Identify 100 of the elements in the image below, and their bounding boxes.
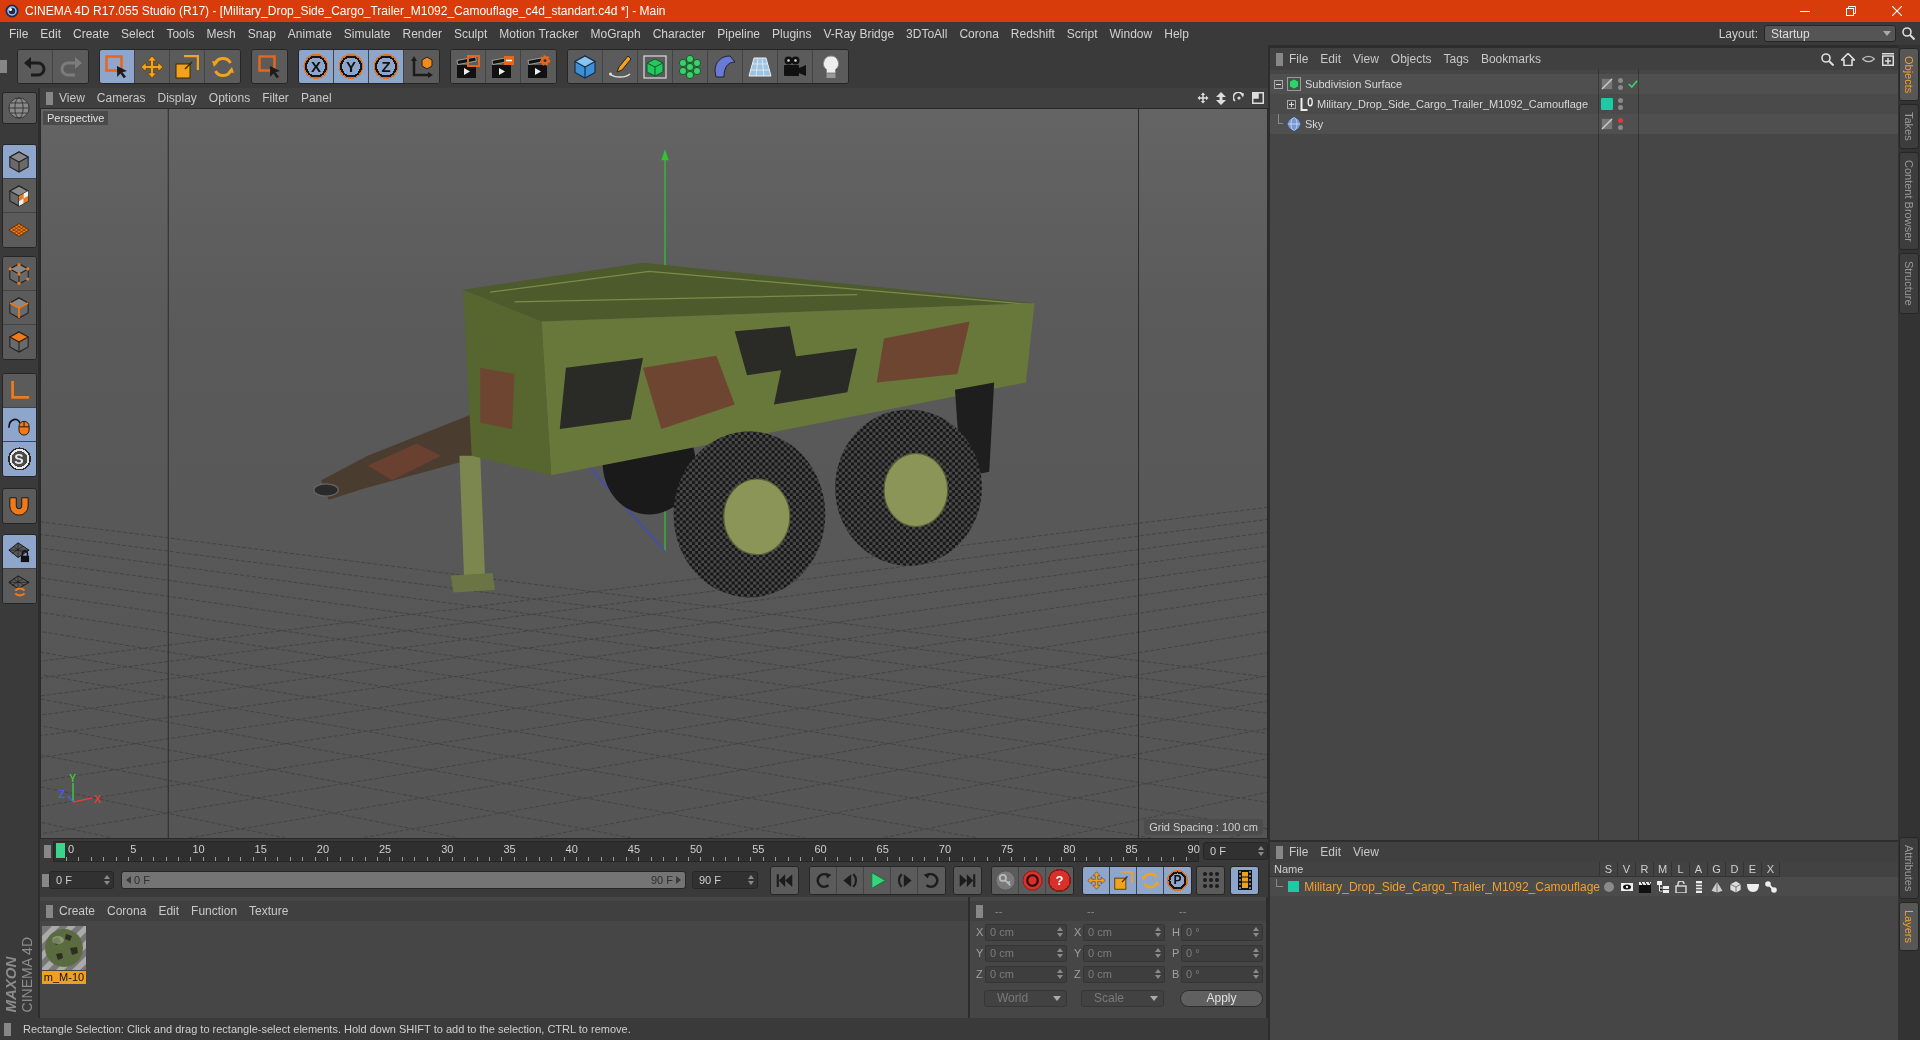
key-button[interactable]	[992, 866, 1019, 894]
pyramid-icon[interactable]	[1711, 880, 1723, 893]
menu-item[interactable]: Character	[646, 24, 712, 43]
grip-handle[interactable]	[976, 904, 983, 918]
menu-item[interactable]: Corona	[953, 24, 1005, 43]
visibility-dot-icon[interactable]	[1618, 85, 1623, 90]
visibility-dot-icon[interactable]	[1618, 98, 1623, 103]
menu-item[interactable]: Create	[53, 904, 102, 918]
model-button[interactable]	[2, 145, 36, 179]
menu-item[interactable]: Edit	[34, 24, 68, 43]
go-start-button[interactable]	[771, 866, 798, 894]
side-tab[interactable]: Takes	[1899, 104, 1919, 150]
menu-item[interactable]: Edit	[1314, 52, 1348, 66]
menu-item[interactable]: View	[53, 91, 91, 105]
lens-icon[interactable]	[1862, 55, 1875, 63]
playhead-marker[interactable]	[56, 842, 65, 858]
menu-item[interactable]: Redshift	[1004, 24, 1061, 43]
point-level-button[interactable]	[1197, 866, 1224, 894]
start-frame-field[interactable]: 0 F	[49, 871, 114, 889]
select-button[interactable]	[252, 50, 287, 83]
grip-handle[interactable]	[44, 844, 51, 858]
points-button[interactable]	[2, 257, 36, 291]
grip-handle[interactable]	[1276, 52, 1283, 66]
menu-item[interactable]: Display	[151, 91, 203, 105]
menu-item[interactable]: File	[3, 24, 35, 43]
menu-item[interactable]: Mesh	[200, 24, 242, 43]
end-frame-field[interactable]: 90 F	[692, 871, 758, 889]
menu-item[interactable]: Objects	[1384, 52, 1438, 66]
menu-item[interactable]: File	[1283, 52, 1315, 66]
parameter-button[interactable]: P	[1164, 866, 1191, 894]
menu-item[interactable]: Options	[202, 91, 257, 105]
bent-cube-icon[interactable]	[1729, 880, 1741, 893]
menu-item[interactable]: Cameras	[90, 91, 152, 105]
render-view-button[interactable]	[451, 50, 486, 83]
plus-square-icon[interactable]	[1882, 52, 1894, 66]
menu-item[interactable]: Sculpt	[447, 24, 494, 43]
prev-key-button[interactable]	[810, 866, 837, 894]
menu-item[interactable]: Simulate	[337, 24, 397, 43]
menu-item[interactable]: View	[1347, 845, 1385, 859]
grip-handle[interactable]	[0, 60, 7, 73]
orbit-icon[interactable]	[1233, 92, 1245, 104]
autokey-button[interactable]	[1019, 866, 1046, 894]
vertical-arrows-icon[interactable]	[1216, 91, 1226, 105]
visibility-dot-icon[interactable]	[1618, 78, 1623, 83]
menu-item[interactable]: Tags	[1437, 52, 1475, 66]
window-icon[interactable]	[1252, 92, 1264, 104]
menu-item[interactable]: Plugins	[766, 24, 818, 43]
current-frame-field[interactable]: 0 F	[1203, 842, 1268, 860]
snap-button[interactable]: S	[2, 442, 36, 476]
visibility-dot-icon[interactable]	[1618, 118, 1623, 123]
grip-handle[interactable]	[46, 91, 53, 105]
grip-handle[interactable]	[46, 904, 53, 918]
go-end-button[interactable]	[954, 866, 981, 894]
menu-item[interactable]: Select	[115, 24, 161, 43]
tweak-button[interactable]	[2, 408, 36, 442]
axis-lock-button[interactable]: Z	[369, 50, 404, 83]
side-tab[interactable]: Content Browser	[1899, 152, 1919, 250]
object-name[interactable]: Subdivision Surface	[1305, 78, 1403, 90]
menu-item[interactable]: Function	[185, 904, 244, 918]
menu-item[interactable]: Snap	[241, 24, 282, 43]
dot-icon[interactable]	[1603, 880, 1615, 893]
menu-item[interactable]: Texture	[243, 904, 295, 918]
move-arrows-icon[interactable]	[1197, 92, 1209, 104]
menu-item[interactable]: Window	[1103, 24, 1159, 43]
undo-button[interactable]	[18, 50, 53, 83]
hierarchy-icon[interactable]	[1657, 880, 1669, 893]
menu-item[interactable]: MoGraph	[584, 24, 647, 43]
search-icon[interactable]	[1821, 52, 1834, 66]
object-row[interactable]: Military_Drop_Side_Cargo_Trailer_M1092_Camouflage	[1270, 94, 1898, 114]
cube-button[interactable]	[568, 50, 603, 83]
move-button[interactable]	[1083, 866, 1110, 894]
menu-item[interactable]: Create	[67, 24, 116, 43]
axis-lock-button[interactable]: X	[299, 50, 334, 83]
expand-box-icon[interactable]	[1287, 99, 1296, 109]
film-strip-icon[interactable]	[1693, 880, 1705, 893]
object-row[interactable]: Sky	[1270, 114, 1898, 134]
menu-item[interactable]: Filter	[256, 91, 295, 105]
material-sphere-icon[interactable]	[42, 926, 86, 970]
search-icon[interactable]	[1902, 27, 1915, 40]
menu-item[interactable]: Help	[1158, 24, 1195, 43]
menu-item[interactable]: Animate	[281, 24, 338, 43]
menu-item[interactable]: Edit	[1314, 845, 1348, 859]
timeline-button[interactable]	[1231, 866, 1258, 894]
globe-button[interactable]	[2, 93, 36, 123]
visibility-dot-icon[interactable]	[1618, 105, 1623, 110]
checkmark-icon[interactable]	[1628, 80, 1638, 88]
side-tab[interactable]: Structure	[1899, 253, 1919, 314]
grip-handle[interactable]	[4, 1022, 11, 1036]
menu-item[interactable]: Corona	[101, 904, 153, 918]
collapse-box-icon[interactable]	[1274, 79, 1283, 89]
select-button[interactable]	[100, 50, 135, 83]
padlock-icon[interactable]	[1675, 880, 1687, 893]
object-name[interactable]: Sky	[1305, 118, 1324, 130]
menu-item[interactable]: View	[1347, 52, 1385, 66]
lock-workplane-button[interactable]	[2, 535, 36, 569]
menu-item[interactable]: File	[1283, 845, 1315, 859]
keyframe-selection-button[interactable]: ?	[1046, 866, 1073, 894]
layer-row[interactable]: Military_Drop_Side_Cargo_Trailer_M1092_Camouflage	[1270, 877, 1898, 896]
object-row[interactable]: Subdivision Surface	[1270, 74, 1898, 94]
grip-handle[interactable]	[42, 873, 49, 887]
